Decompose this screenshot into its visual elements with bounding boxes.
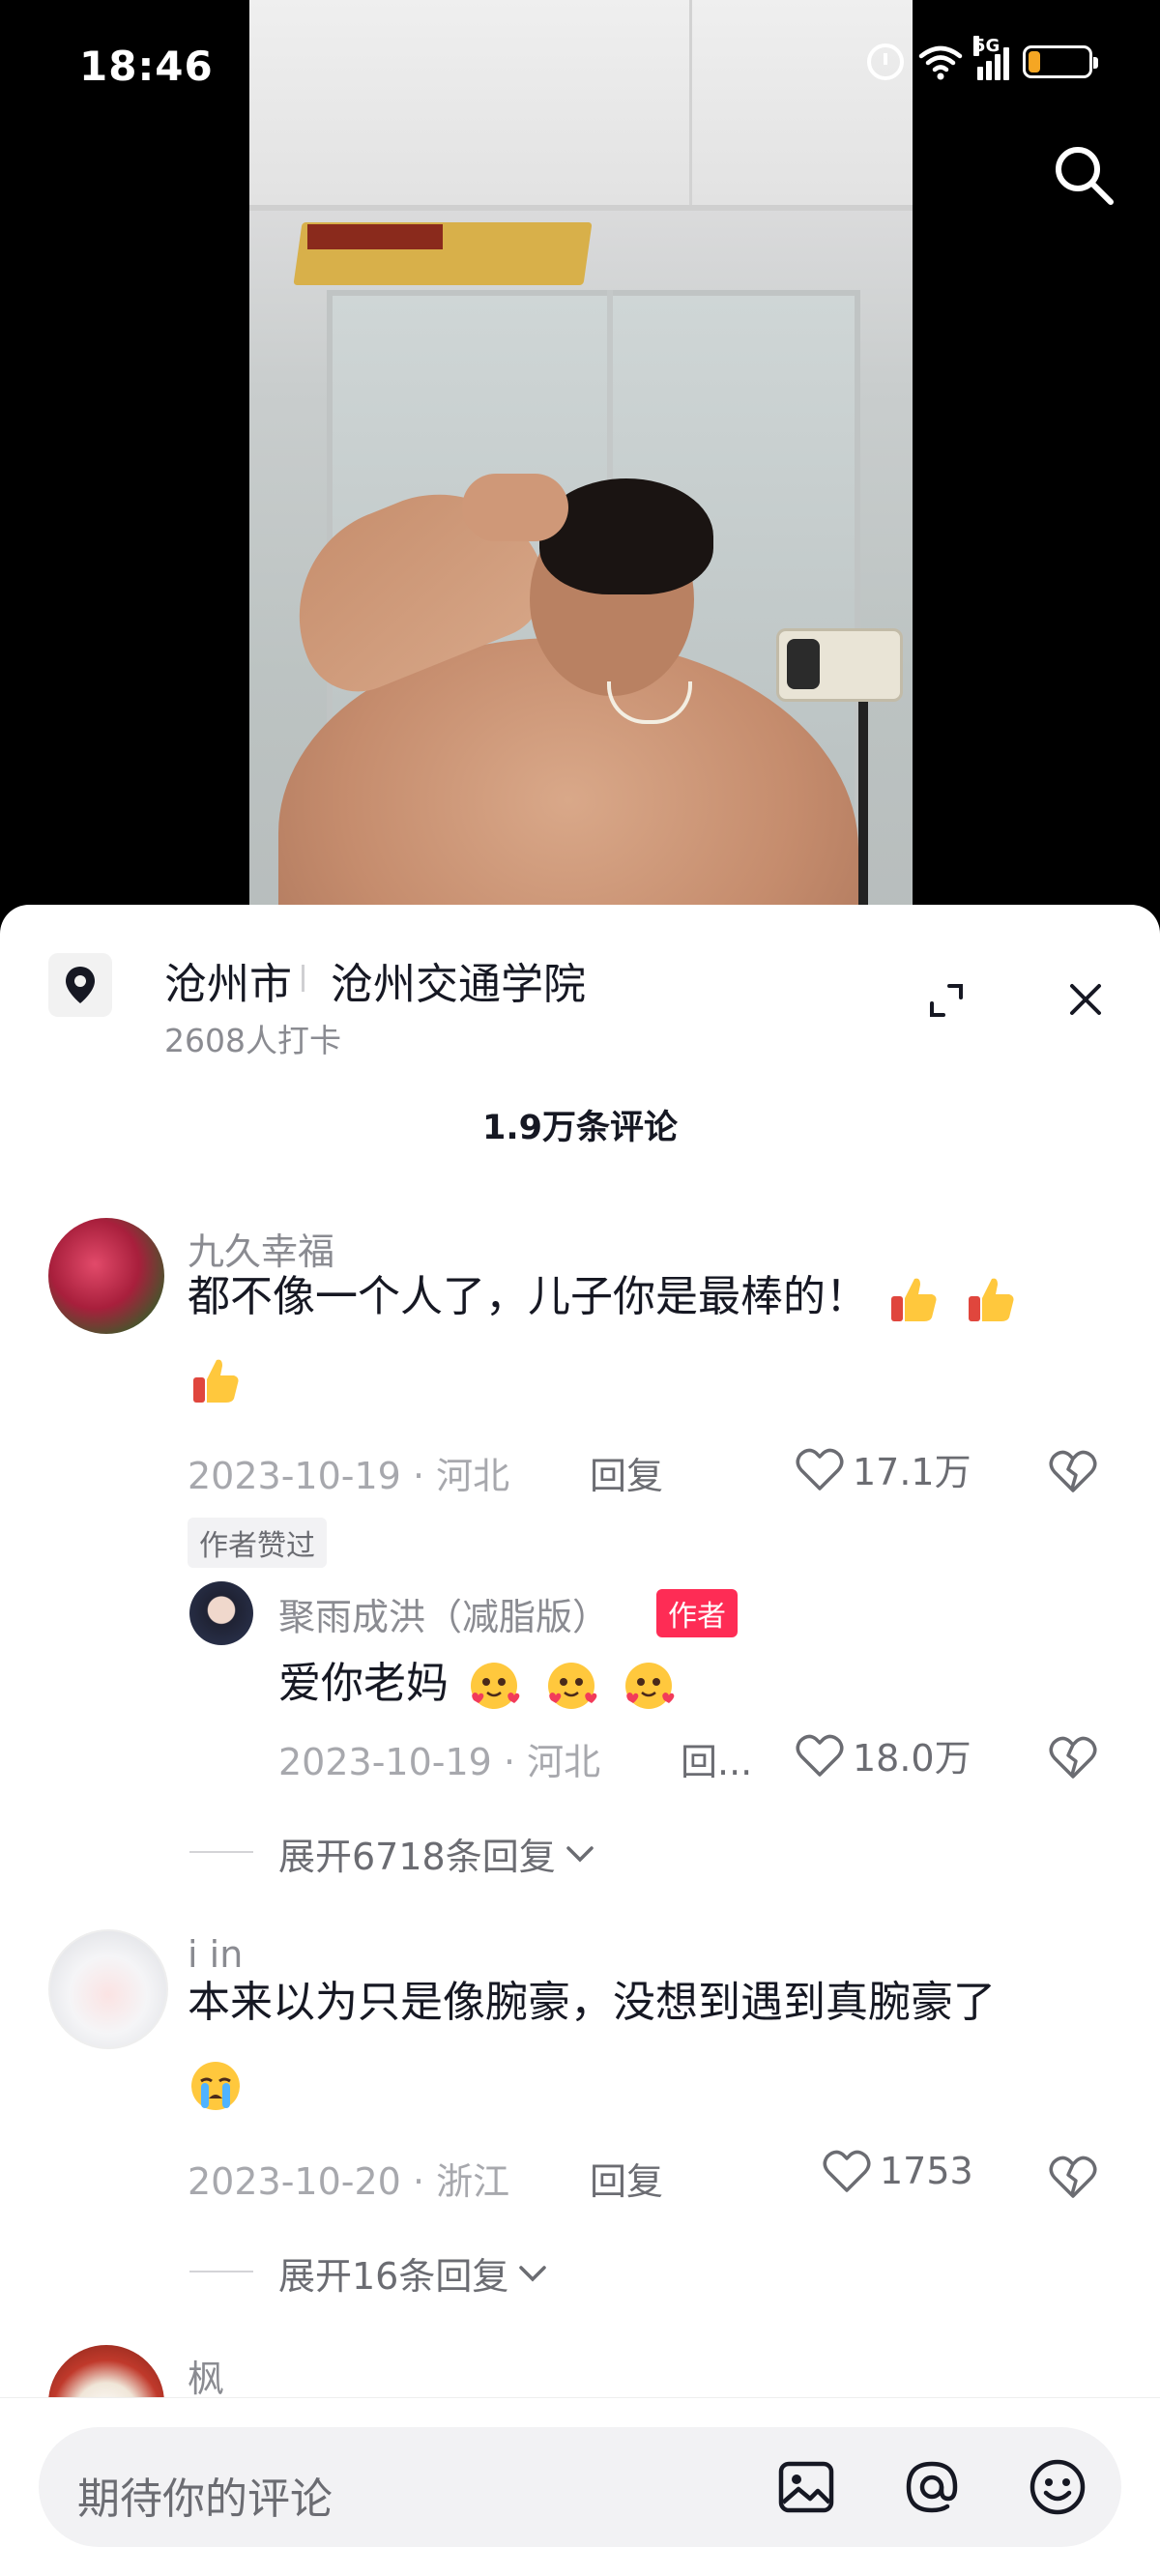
comment-author[interactable]: 枫 (188, 2349, 224, 2402)
reply-button[interactable]: 回... (681, 1732, 752, 1785)
status-time: 18:46 (79, 43, 214, 90)
comment-input[interactable]: 期待你的评论 (39, 2427, 1121, 2547)
dislike-icon[interactable] (1049, 2152, 1097, 2200)
comment-text-content: 本来以为只是像腕豪，没想到遇到真腕豪了 (188, 1978, 996, 2027)
comment-panel: 沧州市 沧州交通学院 2608人打卡 1.9万条评论 九久幸福 都不像一个人了，… (0, 905, 1160, 2575)
comment-region: 浙江 (436, 2160, 510, 2203)
wifi-icon (918, 45, 963, 80)
scene-phone-camera (787, 639, 820, 689)
like-button[interactable]: 17.1万 (795, 1442, 972, 1495)
like-count: 1753 (880, 2150, 973, 2192)
comment-date: 2023-10-20 (188, 2160, 401, 2203)
battery-level (1029, 51, 1040, 72)
meta-dot: · (412, 2160, 437, 2203)
scene-shelf-item-2 (307, 224, 443, 249)
signal-icon: 5G (973, 36, 1009, 80)
like-count: 18.0万 (853, 1737, 972, 1780)
expand-divider (189, 2271, 253, 2272)
image-icon[interactable] (773, 2454, 839, 2520)
comment-text[interactable]: 本来以为只是像腕豪，没想到遇到真腕豪了 (188, 1962, 1087, 2125)
reply-button[interactable]: 回复 (590, 2152, 663, 2205)
comment-input-bar: 期待你的评论 (0, 2397, 1160, 2576)
location-checkins: 2608人打卡 (164, 1022, 341, 1059)
comment-meta: 2023-10-20 · 浙江 (188, 2152, 509, 2205)
location-divider (302, 965, 304, 992)
comment-text[interactable]: 都不像一个人了，儿子你是最棒的！ (188, 1257, 1077, 1419)
status-icons: 5G (867, 36, 1098, 81)
avatar[interactable] (189, 1581, 253, 1645)
alarm-icon (867, 43, 904, 80)
thumbs-up-icon (193, 1359, 239, 1403)
expand-icon[interactable] (926, 980, 967, 1021)
location-place[interactable]: 沧州交通学院 (331, 949, 586, 1011)
hearts-face-icon (548, 1663, 597, 1709)
scene-cabinet-line (689, 0, 692, 205)
expand-replies-label: 展开16条回复 (278, 2255, 509, 2298)
heart-icon (823, 2150, 871, 2192)
like-count: 17.1万 (853, 1451, 972, 1493)
video-player[interactable] (249, 0, 913, 967)
hearts-face-icon (625, 1663, 675, 1709)
avatar[interactable] (48, 1929, 168, 2049)
heart-icon (796, 1448, 844, 1491)
search-icon[interactable] (1049, 140, 1118, 210)
expand-replies-label: 展开6718条回复 (278, 1836, 556, 1878)
close-icon[interactable] (1066, 980, 1105, 1019)
reply-meta: 2023-10-19 · 河北 (278, 1732, 600, 1785)
comment-date: 2023-10-19 (188, 1455, 401, 1497)
author-liked-badge: 作者赞过 (188, 1518, 327, 1568)
like-button[interactable]: 1753 (822, 2148, 973, 2194)
location-city[interactable]: 沧州市 (164, 949, 292, 1011)
dislike-icon[interactable] (1049, 1732, 1097, 1780)
chevron-down-icon (566, 1845, 594, 1862)
avatar[interactable] (48, 1218, 164, 1334)
meta-dot: · (412, 1455, 437, 1497)
comment-input-placeholder: 期待你的评论 (77, 2475, 333, 2524)
crying-face-icon (191, 2062, 240, 2110)
comment-count: 1.9万条评论 (481, 1109, 678, 1147)
reply-date: 2023-10-19 (278, 1741, 492, 1783)
author-tag: 作者 (656, 1589, 738, 1637)
dislike-icon[interactable] (1049, 1446, 1097, 1494)
reply-author[interactable]: 聚雨成洪（减脂版） (278, 1587, 609, 1640)
emoji-icon[interactable] (1025, 2454, 1090, 2520)
comment-meta: 2023-10-19 · 河北 (188, 1446, 509, 1499)
expand-replies-button[interactable]: 展开6718条回复 (278, 1827, 596, 1880)
reply-text-content: 爱你老妈 (278, 1659, 449, 1708)
scene-phone (776, 628, 903, 702)
thumbs-up-icon (969, 1278, 1014, 1321)
heart-icon (796, 1734, 844, 1777)
hearts-face-icon (471, 1663, 520, 1709)
network-label: 5G (973, 36, 1000, 56)
thumbs-up-icon (891, 1278, 937, 1321)
battery-icon (1023, 45, 1098, 78)
home-indicator-area (0, 2558, 1160, 2575)
expand-replies-button[interactable]: 展开16条回复 (278, 2246, 549, 2300)
chevron-down-icon (519, 2265, 547, 2281)
location-pin-icon[interactable] (48, 953, 112, 1017)
like-button[interactable]: 18.0万 (795, 1728, 972, 1781)
comment-text-content: 都不像一个人了，儿子你是最棒的！ (188, 1272, 868, 1321)
reply-region: 河北 (527, 1741, 601, 1783)
meta-dot: · (503, 1741, 528, 1783)
location-pin-glyph (66, 967, 95, 1003)
comment-region: 河北 (436, 1455, 510, 1497)
expand-divider (189, 1851, 253, 1853)
at-icon[interactable] (899, 2454, 965, 2520)
scene-person-hand (462, 474, 568, 541)
reply-text[interactable]: 爱你老妈 (278, 1643, 681, 1724)
reply-button[interactable]: 回复 (590, 1446, 663, 1499)
scene-cabinet (249, 0, 913, 211)
